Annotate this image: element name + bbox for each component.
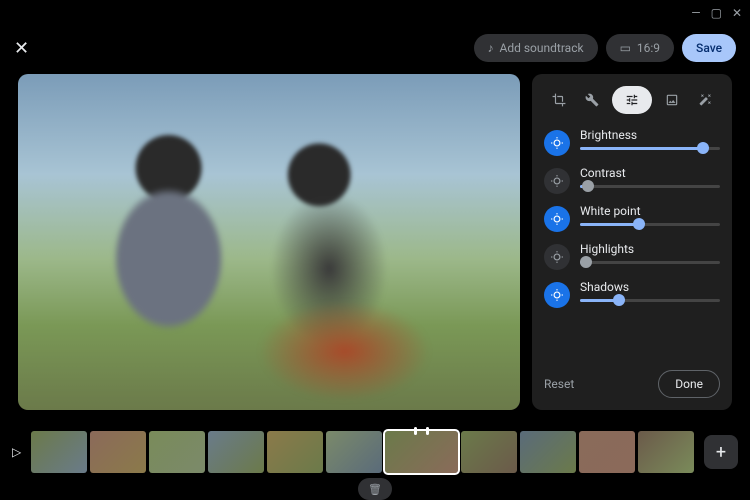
panel-footer: Reset Done [544, 370, 720, 398]
magic-icon [698, 93, 712, 107]
whitepoint-icon [544, 206, 570, 232]
adjust-icon [625, 93, 639, 107]
media-preview[interactable] [18, 74, 520, 410]
shadows-icon [544, 282, 570, 308]
timeline-clip[interactable] [149, 431, 205, 473]
slider-whitepoint: White point [544, 204, 720, 232]
whitepoint-slider[interactable] [580, 223, 720, 226]
tools-tab[interactable] [578, 86, 606, 114]
timeline-clip[interactable] [31, 431, 87, 473]
play-button[interactable]: ▷ [12, 445, 21, 459]
highlights-icon [544, 244, 570, 270]
brightness-icon [544, 130, 570, 156]
contrast-slider[interactable] [580, 185, 720, 188]
timeline-clip[interactable] [267, 431, 323, 473]
music-note-icon: ♪ [488, 41, 494, 55]
add-clip-button[interactable]: + [704, 435, 738, 469]
timeline-clip[interactable] [208, 431, 264, 473]
timeline-clip[interactable] [461, 431, 517, 473]
delete-clip-button[interactable]: 🗑 [358, 478, 392, 500]
save-button[interactable]: Save [682, 34, 736, 62]
timeline-clip[interactable] [579, 431, 635, 473]
slider-brightness: Brightness [544, 128, 720, 156]
maximize-button[interactable]: ▢ [711, 6, 722, 20]
slider-label: Highlights [580, 242, 720, 256]
add-soundtrack-button[interactable]: ♪ Add soundtrack [474, 34, 598, 62]
timeline-clip[interactable] [385, 431, 458, 473]
slider-label: Contrast [580, 166, 720, 180]
shadows-slider[interactable] [580, 299, 720, 302]
contrast-icon [544, 168, 570, 194]
brightness-slider[interactable] [580, 147, 720, 150]
editor-area: Brightness Contrast White point Highlights S… [18, 74, 732, 410]
crop-tab[interactable] [545, 86, 573, 114]
aspect-label: 16:9 [637, 41, 660, 55]
timeline-clip[interactable] [520, 431, 576, 473]
timeline-clip[interactable] [638, 431, 694, 473]
slider-contrast: Contrast [544, 166, 720, 194]
done-button[interactable]: Done [658, 370, 720, 398]
clips-strip [31, 431, 694, 473]
aspect-icon: ▭ [620, 41, 631, 55]
highlights-slider[interactable] [580, 261, 720, 264]
soundtrack-label: Add soundtrack [500, 41, 584, 55]
slider-label: Shadows [580, 280, 720, 294]
filters-tab[interactable] [658, 86, 686, 114]
adjust-panel: Brightness Contrast White point Highlights S… [532, 74, 732, 410]
slider-shadows: Shadows [544, 280, 720, 308]
slider-label: Brightness [580, 128, 720, 142]
crop-icon [552, 93, 566, 107]
timeline: ▷ + [0, 426, 750, 478]
markup-tab[interactable] [691, 86, 719, 114]
close-editor-button[interactable]: ✕ [14, 38, 29, 59]
window-controls: — ▢ ✕ [691, 6, 742, 20]
topbar: ✕ ♪ Add soundtrack ▭ 16:9 Save [0, 28, 750, 68]
aspect-ratio-button[interactable]: ▭ 16:9 [606, 34, 674, 62]
slider-highlights: Highlights [544, 242, 720, 270]
window-close-button[interactable]: ✕ [732, 6, 742, 20]
adjust-tab[interactable] [612, 86, 652, 114]
slider-label: White point [580, 204, 720, 218]
tools-icon [585, 93, 599, 107]
filters-icon [665, 93, 679, 107]
timeline-clip[interactable] [326, 431, 382, 473]
reset-button[interactable]: Reset [544, 377, 574, 391]
sliders-list: Brightness Contrast White point Highlights S… [544, 128, 720, 362]
minimize-button[interactable]: — [691, 6, 700, 20]
tool-tabs [544, 86, 720, 114]
timeline-clip[interactable] [90, 431, 146, 473]
